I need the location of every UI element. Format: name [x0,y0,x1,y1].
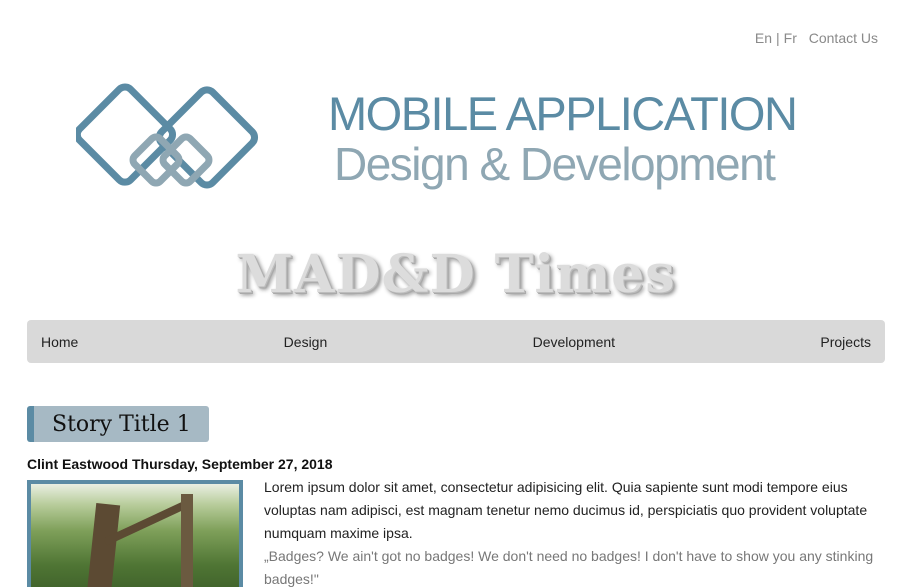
nav-development[interactable]: Development [533,334,616,350]
logo-text: MOBILE APPLICATION Design & Development [328,87,798,190]
lang-fr-link[interactable]: Fr [784,30,797,46]
tree-trunk-secondary [181,494,193,587]
nav-design[interactable]: Design [284,334,328,350]
story-title[interactable]: Story Title 1 [27,406,209,442]
lang-separator: | [776,30,780,46]
lang-en-link[interactable]: En [755,30,772,46]
tree-trunk [85,503,121,587]
story-image[interactable] [27,480,243,587]
main-navbar: Home Design Development Projects [27,320,885,363]
logo-subtitle: Design & Development [334,138,776,190]
logo-icon[interactable] [73,80,276,200]
top-links: En | Fr Contact Us [755,30,878,46]
nav-projects[interactable]: Projects [820,334,871,350]
nav-home[interactable]: Home [41,334,78,350]
story-paragraph: Lorem ipsum dolor sit amet, consectetur … [264,479,868,541]
masthead-title: MAD&D Times [235,244,676,305]
story-byline: Clint Eastwood Thursday, September 27, 2… [27,456,333,472]
contact-us-link[interactable]: Contact Us [809,30,878,46]
story-body: Lorem ipsum dolor sit amet, consectetur … [264,476,884,587]
story-quote: „Badges? We ain't got no badges! We don'… [264,548,874,587]
logo-title: MOBILE APPLICATION [328,87,798,140]
